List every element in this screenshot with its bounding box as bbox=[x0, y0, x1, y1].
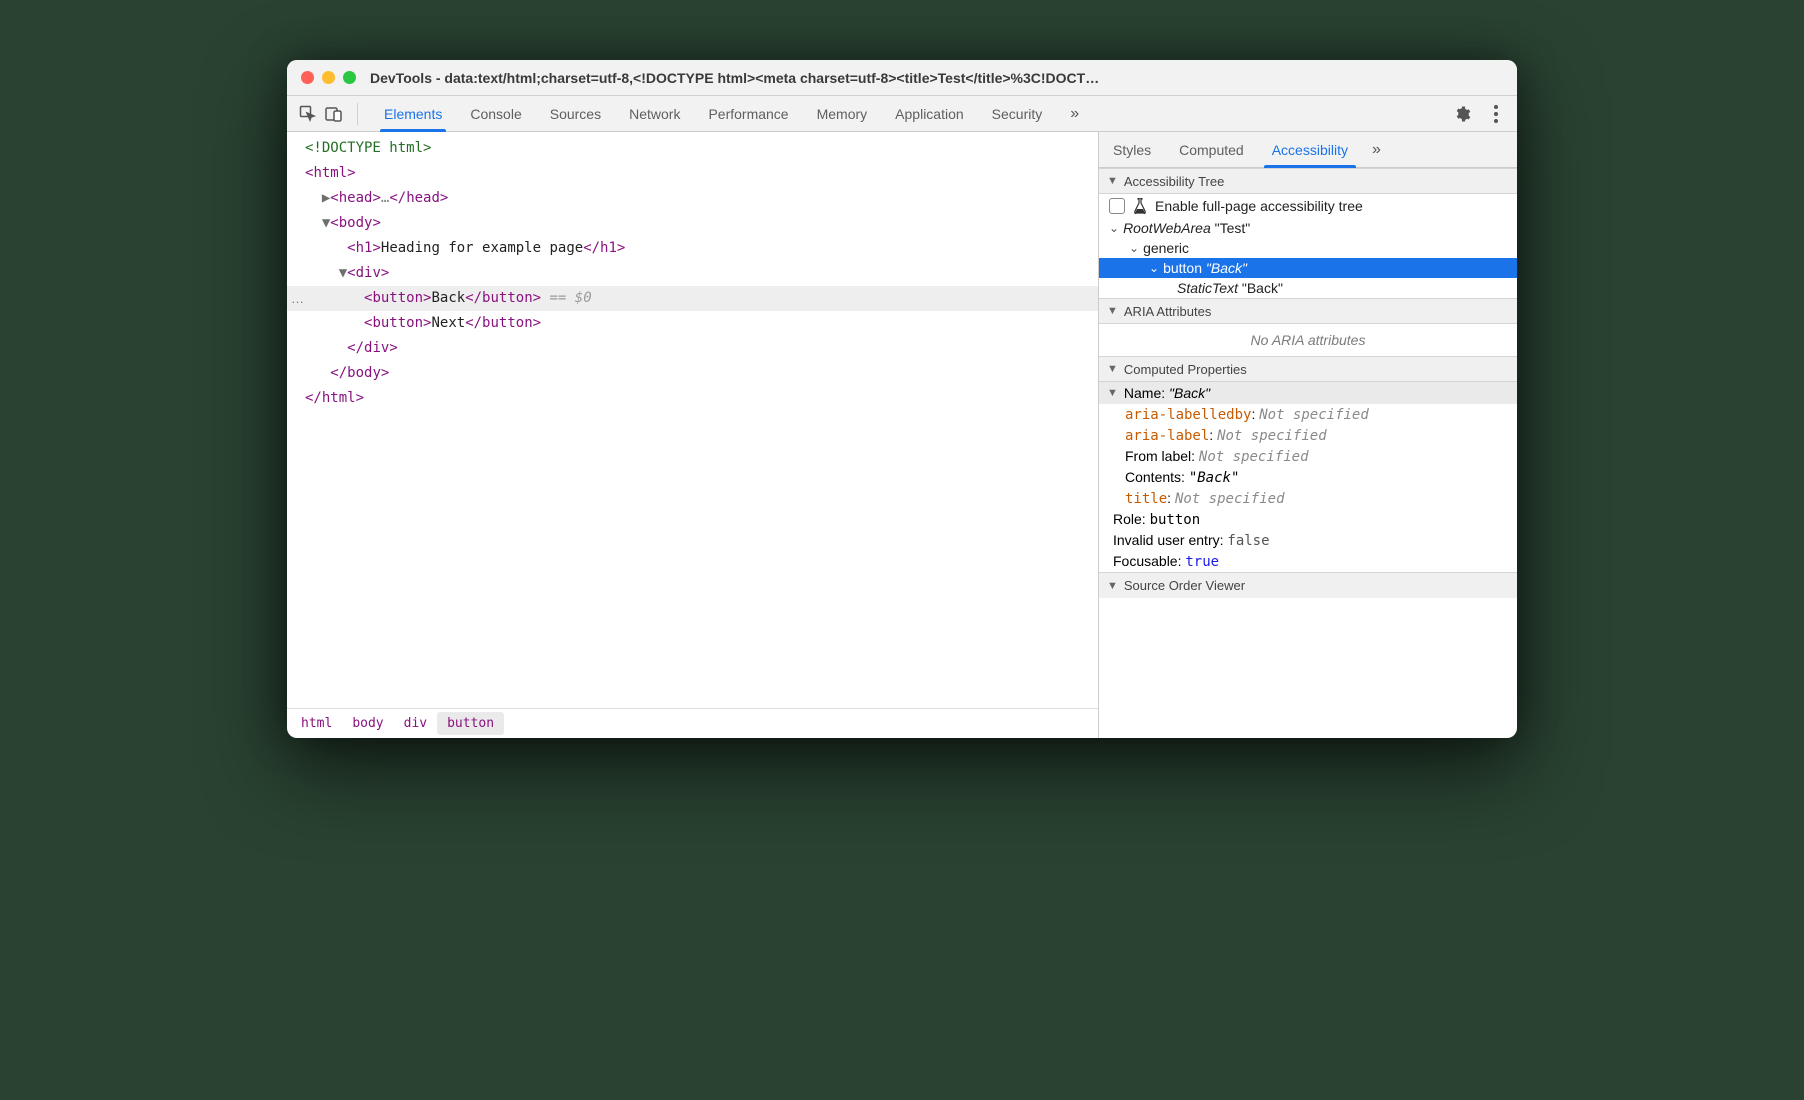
section-title: ARIA Attributes bbox=[1124, 304, 1211, 319]
dom-line[interactable]: ▼<body> bbox=[287, 211, 1098, 236]
computed-name-source: aria-labelledby: Not specified bbox=[1099, 404, 1517, 425]
no-aria-attributes-text: No ARIA attributes bbox=[1099, 324, 1517, 356]
enable-full-page-row: Enable full-page accessibility tree bbox=[1099, 194, 1517, 218]
minimize-window-button[interactable] bbox=[322, 71, 335, 84]
tab-elements[interactable]: Elements bbox=[370, 96, 456, 132]
section-header-computed[interactable]: ▼ Computed Properties bbox=[1099, 356, 1517, 382]
chevron-down-icon: ⌄ bbox=[1129, 241, 1139, 255]
maximize-window-button[interactable] bbox=[343, 71, 356, 84]
section-title: Source Order Viewer bbox=[1124, 578, 1245, 593]
window-title: DevTools - data:text/html;charset=utf-8,… bbox=[370, 70, 1503, 86]
elements-pane: <!DOCTYPE html><html> ▶<head>…</head> ▼<… bbox=[287, 132, 1099, 738]
side-tab-computed[interactable]: Computed bbox=[1165, 132, 1258, 168]
computed-role-row: Role: button bbox=[1099, 509, 1517, 530]
chevron-down-icon: ⌄ bbox=[1109, 221, 1119, 235]
breadcrumb-trail: htmlbodydivbutton bbox=[287, 708, 1098, 738]
side-tab-styles[interactable]: Styles bbox=[1099, 132, 1165, 168]
dom-line[interactable]: </div> bbox=[287, 336, 1098, 361]
kebab-menu-icon[interactable] bbox=[1485, 103, 1507, 125]
side-pane: StylesComputedAccessibility » ▼ Accessib… bbox=[1099, 132, 1517, 738]
disclosure-triangle-icon: ▼ bbox=[1107, 175, 1118, 187]
enable-full-page-label: Enable full-page accessibility tree bbox=[1155, 198, 1363, 214]
disclosure-triangle-icon: ▼ bbox=[1107, 580, 1118, 592]
content-area: <!DOCTYPE html><html> ▶<head>…</head> ▼<… bbox=[287, 132, 1517, 738]
dom-line[interactable]: <h1>Heading for example page</h1> bbox=[287, 236, 1098, 261]
disclosure-triangle-icon: ▼ bbox=[1107, 305, 1118, 317]
more-side-tabs-icon[interactable]: » bbox=[1362, 141, 1391, 159]
a11y-tree-static-text[interactable]: StaticText "Back" bbox=[1099, 278, 1517, 298]
inspect-element-icon[interactable] bbox=[297, 103, 319, 125]
computed-name-source: title: Not specified bbox=[1099, 488, 1517, 509]
computed-name-row[interactable]: ▼ Name: "Back" bbox=[1099, 382, 1517, 404]
dom-line[interactable]: </body> bbox=[287, 361, 1098, 386]
a11y-tree-root[interactable]: ⌄ RootWebArea "Test" bbox=[1099, 218, 1517, 238]
dom-line[interactable]: <!DOCTYPE html> bbox=[287, 136, 1098, 161]
side-tabs: StylesComputedAccessibility » bbox=[1099, 132, 1517, 168]
crumb-div[interactable]: div bbox=[394, 712, 437, 735]
titlebar: DevTools - data:text/html;charset=utf-8,… bbox=[287, 60, 1517, 96]
toolbar-separator bbox=[357, 103, 358, 125]
crumb-body[interactable]: body bbox=[342, 712, 393, 735]
settings-icon[interactable] bbox=[1451, 103, 1473, 125]
tab-performance[interactable]: Performance bbox=[694, 96, 802, 132]
computed-invalid-row: Invalid user entry: false bbox=[1099, 530, 1517, 551]
a11y-tree-generic[interactable]: ⌄ generic bbox=[1099, 238, 1517, 258]
side-tab-accessibility[interactable]: Accessibility bbox=[1258, 132, 1362, 168]
dom-line[interactable]: <html> bbox=[287, 161, 1098, 186]
traffic-lights bbox=[301, 71, 356, 84]
crumb-button[interactable]: button bbox=[437, 712, 504, 735]
dom-line[interactable]: </html> bbox=[287, 386, 1098, 411]
close-window-button[interactable] bbox=[301, 71, 314, 84]
enable-full-page-checkbox[interactable] bbox=[1109, 198, 1125, 214]
dom-line[interactable]: ▼<div> bbox=[287, 261, 1098, 286]
computed-name-source: aria-label: Not specified bbox=[1099, 425, 1517, 446]
tab-console[interactable]: Console bbox=[456, 96, 535, 132]
dom-line[interactable]: <button>Next</button> bbox=[287, 311, 1098, 336]
flask-icon bbox=[1133, 198, 1147, 214]
a11y-tree-button[interactable]: ⌄ button "Back" bbox=[1099, 258, 1517, 278]
main-tabs: ElementsConsoleSourcesNetworkPerformance… bbox=[370, 96, 1056, 132]
dom-line[interactable]: <button>Back</button> == $0 bbox=[287, 286, 1098, 311]
computed-name-source: Contents: "Back" bbox=[1099, 467, 1517, 488]
dom-line[interactable]: ▶<head>…</head> bbox=[287, 186, 1098, 211]
tab-network[interactable]: Network bbox=[615, 96, 694, 132]
more-tabs-icon[interactable]: » bbox=[1060, 105, 1089, 123]
main-toolbar: ElementsConsoleSourcesNetworkPerformance… bbox=[287, 96, 1517, 132]
disclosure-triangle-icon: ▼ bbox=[1107, 387, 1118, 399]
computed-focusable-row: Focusable: true bbox=[1099, 551, 1517, 572]
tab-memory[interactable]: Memory bbox=[803, 96, 882, 132]
section-title: Computed Properties bbox=[1124, 362, 1247, 377]
computed-name-source: From label: Not specified bbox=[1099, 446, 1517, 467]
dom-tree[interactable]: <!DOCTYPE html><html> ▶<head>…</head> ▼<… bbox=[287, 132, 1098, 708]
section-header-a11y-tree[interactable]: ▼ Accessibility Tree bbox=[1099, 168, 1517, 194]
section-title: Accessibility Tree bbox=[1124, 174, 1224, 189]
device-toolbar-icon[interactable] bbox=[323, 103, 345, 125]
devtools-window: DevTools - data:text/html;charset=utf-8,… bbox=[287, 60, 1517, 738]
crumb-html[interactable]: html bbox=[291, 712, 342, 735]
tab-security[interactable]: Security bbox=[978, 96, 1057, 132]
section-header-aria[interactable]: ▼ ARIA Attributes bbox=[1099, 298, 1517, 324]
tab-sources[interactable]: Sources bbox=[536, 96, 615, 132]
disclosure-triangle-icon: ▼ bbox=[1107, 363, 1118, 375]
tab-application[interactable]: Application bbox=[881, 96, 978, 132]
section-header-source-order[interactable]: ▼ Source Order Viewer bbox=[1099, 572, 1517, 598]
chevron-down-icon: ⌄ bbox=[1149, 261, 1159, 275]
